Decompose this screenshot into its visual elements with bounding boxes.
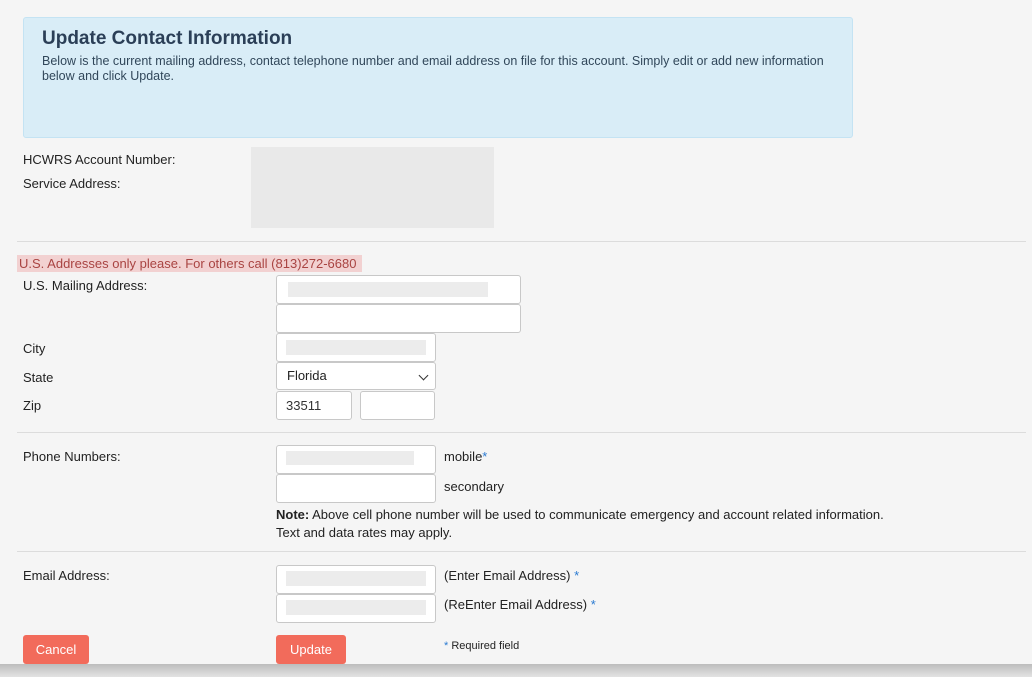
note-rates: Text and data rates may apply. (276, 525, 453, 540)
account-number-label: HCWRS Account Number: (23, 152, 176, 167)
account-details-redacted (251, 147, 494, 228)
update-button[interactable]: Update (276, 635, 346, 664)
zip-label: Zip (23, 398, 42, 413)
state-select[interactable]: Florida (276, 362, 436, 390)
mailing-address-label: U.S. Mailing Address: (23, 278, 148, 293)
page-description: Below is the current mailing address, co… (42, 54, 824, 83)
mailing-address-line2-input[interactable] (276, 304, 521, 333)
required-asterisk: * (574, 568, 580, 583)
divider (17, 551, 1026, 552)
email-confirm-caption: (ReEnter Email Address) * (444, 597, 596, 612)
secondary-caption: secondary (444, 479, 504, 494)
phone-numbers-label: Phone Numbers: (23, 449, 121, 464)
zip-extension-input[interactable] (360, 391, 435, 420)
state-selected-value: Florida (287, 368, 327, 383)
city-input[interactable] (276, 333, 436, 362)
required-asterisk: * (590, 597, 596, 612)
required-asterisk: * (482, 449, 488, 464)
phone-note: Note: Above cell phone number will be us… (276, 507, 884, 540)
divider (17, 241, 1026, 242)
info-panel: Update Contact Information Below is the … (23, 17, 853, 138)
required-field-note: * Required field (444, 640, 520, 652)
mailing-address-line1-input[interactable] (276, 275, 521, 304)
page-title: Update Contact Information (42, 28, 293, 49)
us-address-warning: U.S. Addresses only please. For others c… (17, 255, 362, 272)
cancel-button[interactable]: Cancel (23, 635, 89, 664)
chevron-down-icon (418, 370, 429, 381)
email-caption: (Enter Email Address) * (444, 568, 580, 583)
divider (17, 432, 1026, 433)
city-label: City (23, 341, 46, 356)
zip-input[interactable] (276, 391, 352, 420)
state-label: State (23, 370, 54, 385)
bottom-shadow (0, 664, 1032, 677)
email-address-label: Email Address: (23, 568, 110, 583)
page: Update Contact Information Below is the … (0, 0, 1032, 667)
service-address-label: Service Address: (23, 176, 121, 191)
email-confirm-input[interactable] (276, 594, 436, 623)
note-bold: Note: (276, 507, 310, 522)
mobile-phone-input[interactable] (276, 445, 436, 474)
secondary-phone-input[interactable] (276, 474, 436, 503)
email-input[interactable] (276, 565, 436, 594)
mobile-caption: mobile* (444, 449, 488, 464)
